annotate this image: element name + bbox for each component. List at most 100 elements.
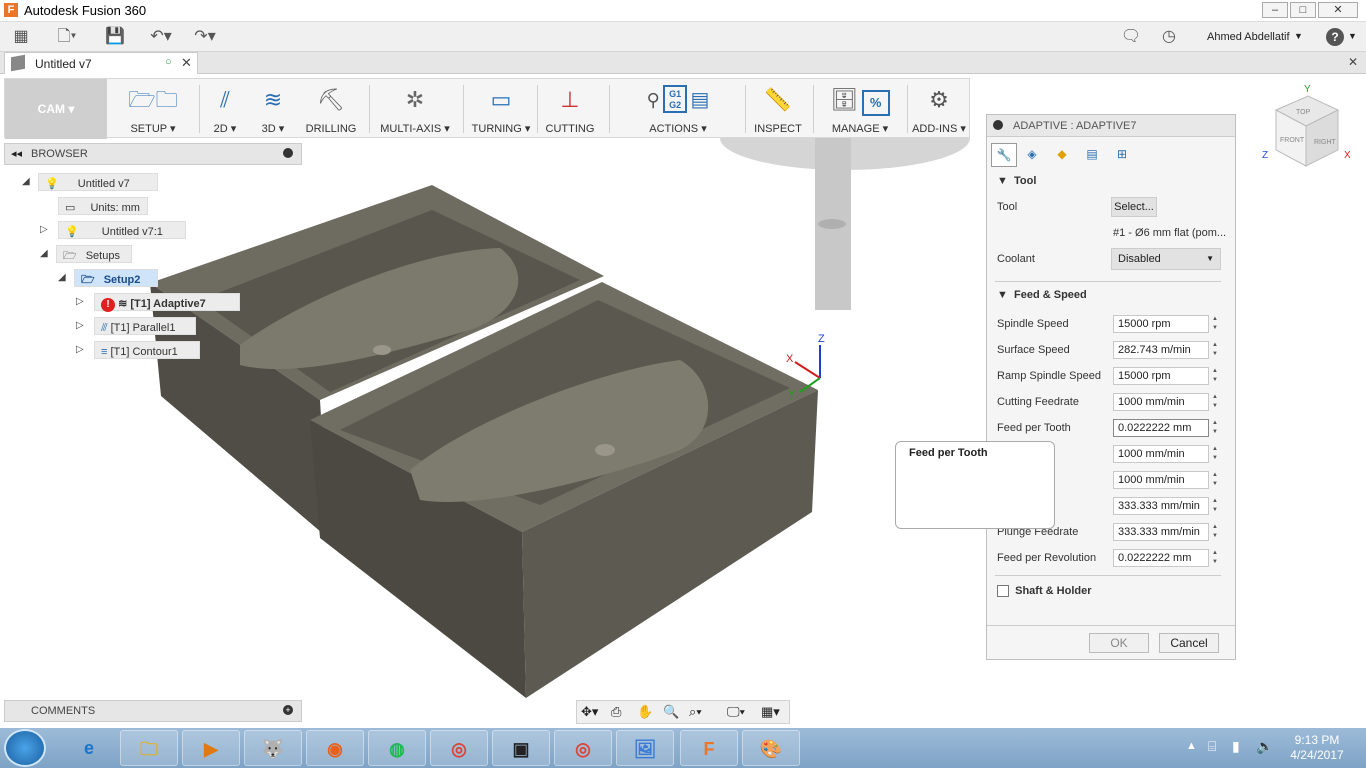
actions-group[interactable]: ⚲ G1 G2 ▤ ACTIONS ▾ [615, 79, 741, 139]
tool-select-button[interactable]: Select... [1111, 197, 1157, 217]
zoom-icon[interactable]: 🔍 [663, 704, 679, 720]
feed-row-input[interactable]: 15000 rpm [1113, 367, 1209, 385]
drilling-group[interactable]: ⛏ DRILLING [303, 79, 359, 139]
comments-panel[interactable]: COMMENTS + [4, 700, 302, 722]
browser-pin-icon[interactable] [283, 148, 293, 158]
setup-sheet-icon[interactable]: ▤ [690, 85, 709, 115]
tree-row-units[interactable]: ▭ Units: mm [0, 196, 300, 216]
firefox-icon[interactable]: ◉ [306, 730, 364, 766]
dialog-collapse-icon[interactable] [993, 120, 1003, 130]
tab-heights-icon[interactable]: ◆ [1049, 143, 1075, 167]
expand-triangle-icon[interactable]: ▷ [76, 340, 84, 360]
display-settings-icon[interactable]: 🖵▾ [727, 704, 745, 720]
scripts-icon[interactable]: ⚙ [929, 85, 949, 115]
spinner-icon[interactable]: ▲ ▼ [1211, 341, 1219, 359]
coolant-select[interactable]: Disabled ▼ [1111, 248, 1221, 270]
grid-apps-icon[interactable]: ▦ [10, 26, 32, 48]
tree-row-setup2[interactable]: ◢ 🗁 Setup2 [0, 268, 300, 288]
tree-row-contour1[interactable]: ▷ ≡ [T1] Contour1 [0, 340, 300, 360]
setup-group[interactable]: 🗁🗀 SETUP ▾ [109, 79, 197, 139]
clock[interactable]: 9:13 PM 4/24/2017 [1284, 733, 1350, 763]
help-chevron-down-icon[interactable]: ▼ [1348, 31, 1357, 41]
feed-row-input[interactable]: 15000 rpm [1113, 315, 1209, 333]
spinner-icon[interactable]: ▲ ▼ [1211, 549, 1219, 567]
add-ins-group[interactable]: ⚙ ADD-INS ▾ [909, 79, 969, 139]
tray-chevron-icon[interactable]: ▲ [1186, 740, 1197, 752]
lightbulb-icon[interactable]: 💡 [45, 178, 59, 190]
redo-icon[interactable]: ↷▾ [188, 26, 222, 48]
tray-device-icon[interactable]: ⌸ [1208, 738, 1216, 755]
expand-triangle-icon[interactable]: ▷ [40, 220, 48, 240]
chat-icon[interactable]: 🗨 [1120, 26, 1142, 48]
app-icon[interactable]: ▣ [492, 730, 550, 766]
feed-row-input[interactable]: 333.333 mm/min [1113, 497, 1209, 515]
ie-icon[interactable]: e [60, 730, 118, 766]
tree-row-adaptive7[interactable]: ▷ ! ≋ [T1] Adaptive7 [0, 292, 300, 312]
feed-row-input[interactable]: 282.743 m/min [1113, 341, 1209, 359]
gimp-icon[interactable]: 🐺 [244, 730, 302, 766]
tree-row-setups[interactable]: ◢ 🗁 Setups [0, 244, 300, 264]
spotify-icon[interactable]: ◍ [368, 730, 426, 766]
expand-triangle-icon[interactable]: ▷ [76, 316, 84, 336]
spinner-icon[interactable]: ▲ ▼ [1211, 471, 1219, 489]
inspect-group[interactable]: 📏 INSPECT [749, 79, 807, 139]
view-cube[interactable]: TOP FRONT RIGHT Y X Z [1258, 80, 1358, 180]
3d-group[interactable]: ≋ 3D ▾ [251, 79, 295, 139]
spinner-icon[interactable]: ▲ ▼ [1211, 445, 1219, 463]
turning-icon[interactable]: ▭ [491, 85, 512, 115]
ok-button[interactable]: OK [1089, 633, 1149, 653]
add-comment-icon[interactable]: + [283, 705, 293, 715]
cutting-group[interactable]: ⊥ CUTTING [541, 79, 599, 139]
photos-icon[interactable]: 🖼 [616, 730, 674, 766]
spinner-icon[interactable]: ▲ ▼ [1211, 367, 1219, 385]
simulate-icon[interactable]: ⚲ [647, 85, 660, 115]
measure-icon[interactable]: 📏 [764, 85, 791, 115]
new-tab-icon[interactable]: ✕ [1348, 55, 1358, 69]
expand-triangle-icon[interactable]: ▷ [76, 292, 84, 312]
expand-triangle-icon[interactable]: ◢ [40, 244, 48, 264]
2d-group[interactable]: ⫽ 2D ▾ [203, 79, 247, 139]
start-button[interactable] [4, 729, 46, 767]
spinner-icon[interactable]: ▲ ▼ [1211, 497, 1219, 515]
spinner-icon[interactable]: ▲ ▼ [1211, 393, 1219, 411]
feed-row-input[interactable]: 1000 mm/min [1113, 471, 1209, 489]
feed-row-input[interactable]: 1000 mm/min [1113, 393, 1209, 411]
browser-header[interactable]: ◂◂ BROWSER [4, 143, 302, 165]
user-menu[interactable]: Ahmed Abdellatif [1207, 31, 1290, 43]
feed-row-input[interactable]: 0.0222222 mm [1113, 419, 1209, 437]
tool-library-icon[interactable]: 🗄 [830, 85, 858, 115]
shaft-checkbox[interactable] [997, 585, 1009, 598]
drill-icon[interactable]: ⛏ [317, 85, 345, 115]
undo-icon[interactable]: ↶▾ [144, 26, 178, 48]
close-button[interactable]: ✕ [1318, 2, 1358, 18]
minimize-button[interactable]: – [1262, 2, 1288, 18]
volume-icon[interactable]: 🔈 [1256, 738, 1273, 755]
maximize-button[interactable]: □ [1290, 2, 1316, 18]
workspace-switcher[interactable]: CAM ▾ [5, 79, 107, 139]
zoom-window-icon[interactable]: ⌕▾ [689, 704, 702, 720]
document-tab[interactable]: Untitled v7 ○ ✕ [4, 52, 198, 74]
spinner-icon[interactable]: ▲ ▼ [1211, 315, 1219, 333]
help-icon[interactable]: ? [1326, 28, 1344, 46]
grid-settings-icon[interactable]: ▦▾ [761, 704, 780, 720]
tab-linking-icon[interactable]: ⊞ [1109, 143, 1135, 167]
paint-icon[interactable]: 🎨 [742, 730, 800, 766]
manage-group[interactable]: 🗄 % MANAGE ▾ [817, 79, 903, 139]
cancel-button[interactable]: Cancel [1159, 633, 1219, 653]
save-icon[interactable]: 💾 [104, 26, 126, 48]
feed-row-input[interactable]: 333.333 mm/min [1113, 523, 1209, 541]
chrome-icon[interactable]: ◎ [554, 730, 612, 766]
feed-section-header[interactable]: ▼ Feed & Speed [997, 289, 1087, 301]
expand-triangle-icon[interactable]: ◢ [58, 268, 66, 288]
orbit-icon[interactable]: ✥▾ [581, 704, 598, 720]
feed-row-input[interactable]: 1000 mm/min [1113, 445, 1209, 463]
file-menu-icon[interactable]: 🗋▾ [52, 26, 82, 48]
multi-axis-group[interactable]: ✲ MULTI-AXIS ▾ [377, 79, 453, 139]
explorer-icon[interactable]: 🗀 [120, 730, 178, 766]
tree-row-parallel1[interactable]: ▷ ⫻ [T1] Parallel1 [0, 316, 300, 336]
multi-axis-icon[interactable]: ✲ [406, 85, 424, 115]
media-icon[interactable]: ▶ [182, 730, 240, 766]
tab-geometry-icon[interactable]: ◈ [1019, 143, 1045, 167]
spinner-icon[interactable]: ▲ ▼ [1211, 419, 1219, 437]
new-setup-icon[interactable]: 🗁🗀 [128, 85, 177, 115]
